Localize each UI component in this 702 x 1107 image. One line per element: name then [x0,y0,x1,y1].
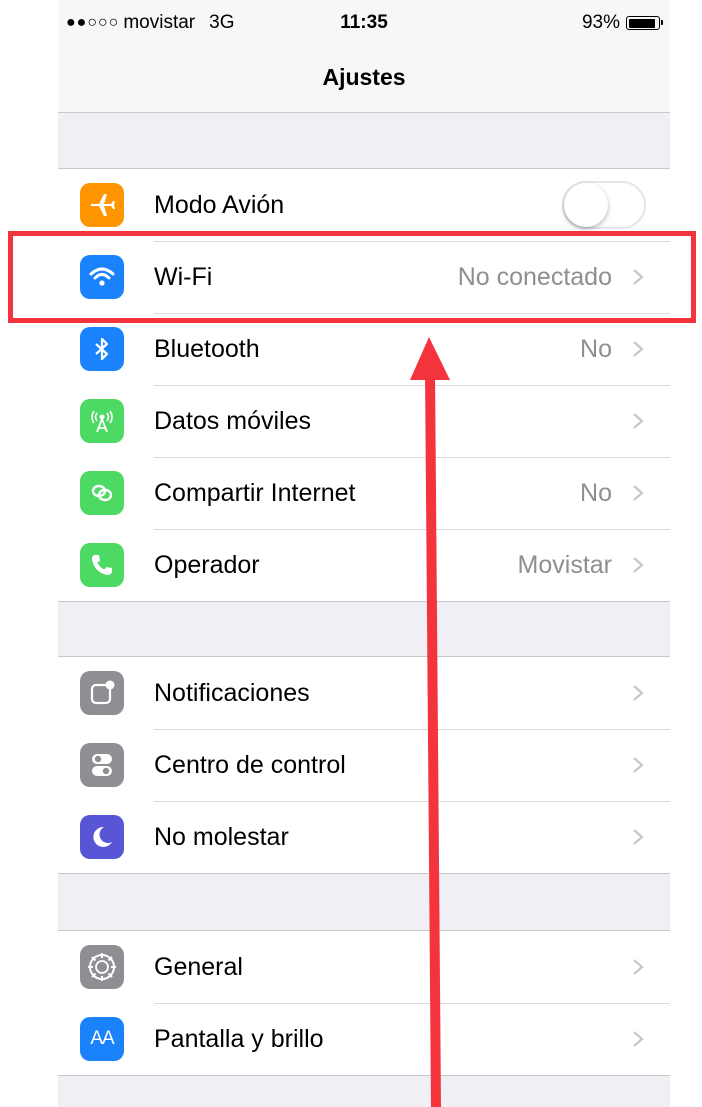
red-arrow-icon [410,337,450,1107]
arrow-shaft [425,369,441,1107]
arrow-head [410,337,450,380]
